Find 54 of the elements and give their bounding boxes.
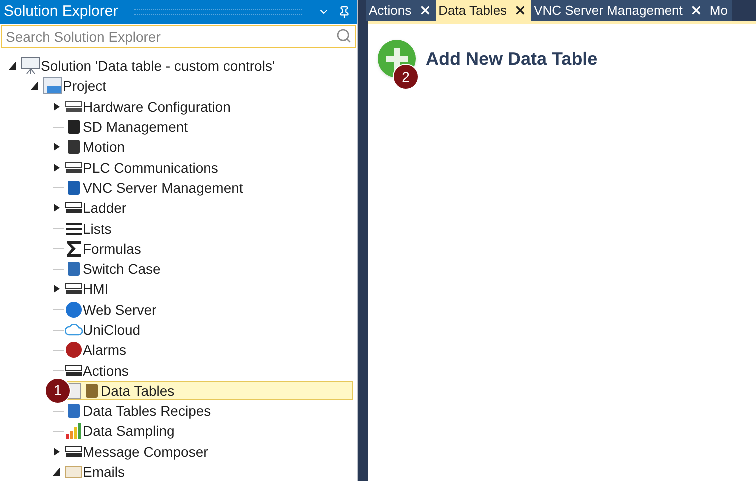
callout-number: 1 bbox=[45, 378, 71, 404]
tree-item[interactable]: Data Tables bbox=[64, 381, 353, 400]
search-icon[interactable] bbox=[336, 28, 352, 44]
tree-item[interactable]: Project bbox=[42, 76, 112, 96]
tree-item[interactable]: Data Tables Recipes bbox=[64, 402, 216, 421]
sigma-icon bbox=[65, 240, 83, 258]
document-tab[interactable]: Actions bbox=[366, 0, 436, 21]
pin-icon[interactable] bbox=[338, 6, 351, 18]
tree-item[interactable]: HMI bbox=[64, 280, 114, 299]
tree-item[interactable]: Message Composer bbox=[64, 442, 214, 462]
bar-chart-icon bbox=[65, 422, 83, 440]
block-icon bbox=[65, 118, 83, 136]
tree-item[interactable]: Alarms bbox=[64, 340, 132, 360]
tree-item[interactable]: Web Server bbox=[64, 300, 162, 320]
tree-item[interactable]: Hardware Configuration bbox=[64, 97, 236, 116]
tree-item[interactable]: Emails bbox=[64, 462, 130, 481]
block-icon bbox=[65, 402, 83, 420]
document-tab[interactable]: Mo bbox=[706, 0, 732, 21]
block-icon bbox=[65, 178, 83, 197]
block-icon bbox=[65, 138, 83, 156]
document-tab[interactable]: Data Tables bbox=[436, 0, 532, 21]
tree-item[interactable]: PLC Communications bbox=[64, 158, 224, 178]
expand-triangle-icon[interactable] bbox=[52, 203, 62, 214]
document-tab[interactable]: VNC Server Management bbox=[531, 0, 707, 21]
expand-triangle-icon[interactable] bbox=[52, 102, 62, 112]
tree-item[interactable]: UniCloud bbox=[64, 320, 146, 340]
tree-item[interactable]: SD Management bbox=[64, 118, 194, 137]
collapse-triangle-icon[interactable] bbox=[52, 467, 62, 478]
collapse-triangle-icon[interactable] bbox=[8, 61, 18, 72]
window-icon bbox=[43, 77, 63, 96]
expand-triangle-icon[interactable] bbox=[52, 284, 62, 294]
close-icon[interactable] bbox=[690, 4, 703, 17]
close-icon[interactable] bbox=[418, 4, 432, 17]
tree-item[interactable]: Lists bbox=[64, 219, 117, 238]
block-icon bbox=[83, 382, 101, 400]
tree-item[interactable]: Actions bbox=[64, 361, 134, 380]
expand-triangle-icon[interactable] bbox=[52, 142, 62, 152]
block-icon bbox=[65, 260, 83, 278]
add-new-link[interactable]: Add New Data Table bbox=[426, 46, 598, 72]
tree-item[interactable]: Formulas bbox=[64, 239, 146, 258]
panel-title: Solution Explorer bbox=[4, 2, 118, 22]
tree-item[interactable]: Ladder bbox=[64, 198, 132, 218]
presentation-board-icon bbox=[21, 57, 41, 76]
expand-triangle-icon[interactable] bbox=[52, 162, 62, 173]
tree-item[interactable]: Data Sampling bbox=[64, 422, 180, 441]
expand-triangle-icon[interactable] bbox=[52, 446, 62, 457]
search-field[interactable]: Search Solution Explorer bbox=[1, 25, 356, 48]
collapse-triangle-icon[interactable] bbox=[30, 81, 40, 92]
tree-item[interactable]: Motion bbox=[64, 138, 130, 157]
tree-item[interactable]: Solution 'Data table - custom controls' bbox=[20, 56, 280, 76]
close-icon[interactable] bbox=[514, 4, 528, 17]
tree-item[interactable]: Switch Case bbox=[64, 260, 166, 279]
tree-item[interactable]: VNC Server Management bbox=[64, 178, 248, 198]
callout-number: 2 bbox=[393, 64, 419, 90]
